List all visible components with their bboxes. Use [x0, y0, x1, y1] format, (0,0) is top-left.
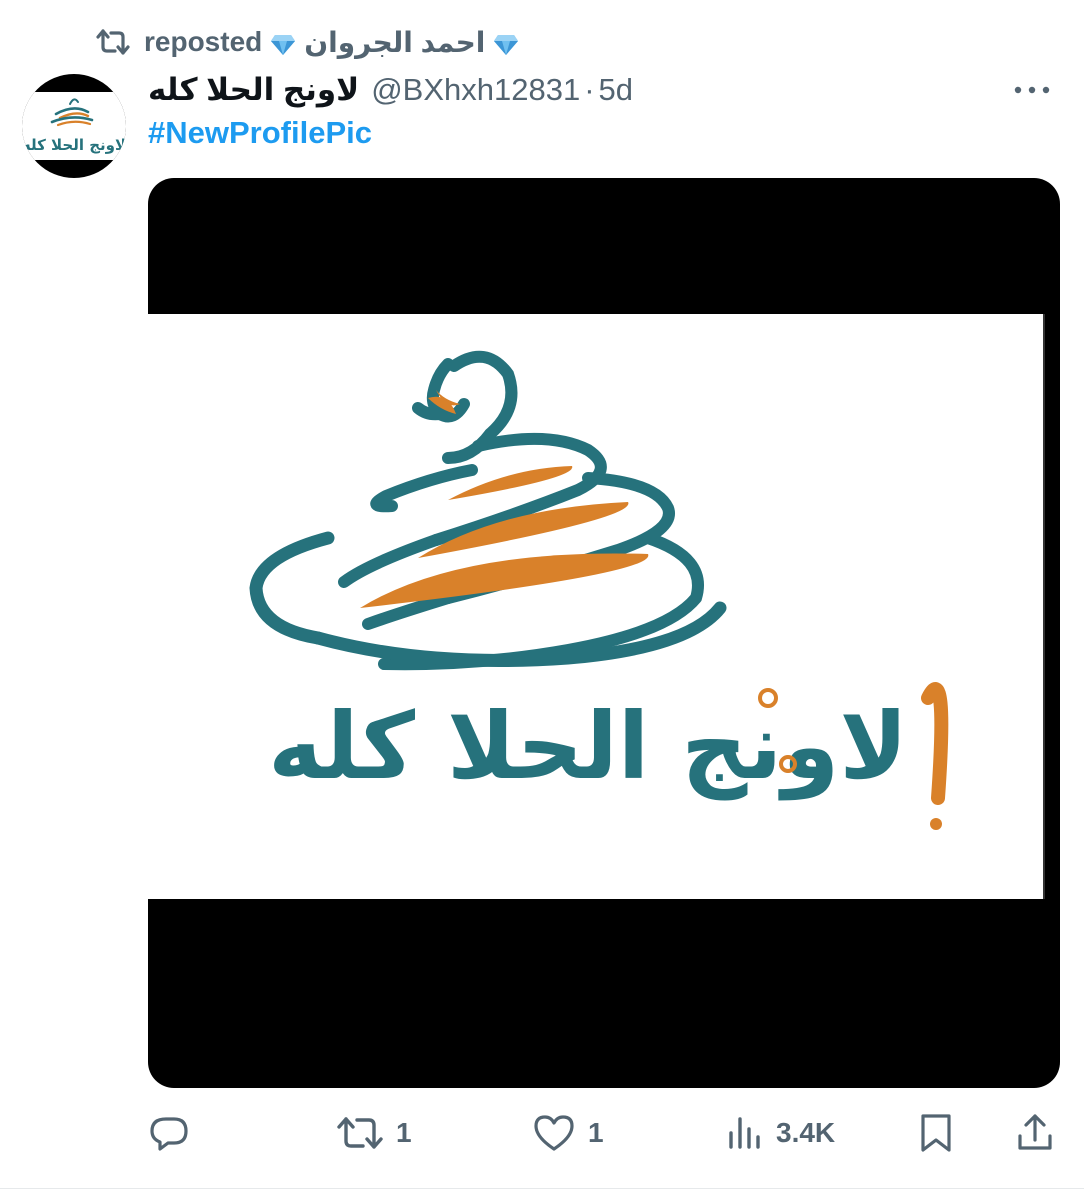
- repost-icon: [337, 1117, 383, 1149]
- more-options-icon[interactable]: [1008, 70, 1056, 110]
- author-handle[interactable]: @BXhxh12831 · 5d: [371, 72, 633, 108]
- views-button[interactable]: 3.4K: [726, 1108, 835, 1158]
- meta-separator: ·: [584, 72, 595, 107]
- avatar-logo-text: لاونج الحلا كله: [22, 136, 126, 154]
- bookmark-button[interactable]: [918, 1108, 954, 1158]
- bookmark-icon: [921, 1114, 951, 1152]
- repost-icon: [96, 27, 130, 57]
- reply-button[interactable]: [148, 1108, 204, 1158]
- repost-label: reposted: [144, 26, 263, 57]
- gem-icon: [270, 31, 296, 55]
- repost-header[interactable]: reposted احمد الجروان: [96, 20, 519, 64]
- tweet-time[interactable]: 5d: [599, 72, 633, 107]
- tweet-media-image[interactable]: لاونج الحلا كله: [148, 178, 1060, 1088]
- repost-user-name: احمد الجروان: [304, 26, 486, 58]
- logo-artwork: لاونج الحلا كله: [249, 350, 949, 830]
- share-icon: [1018, 1114, 1052, 1150]
- analytics-icon: [729, 1117, 760, 1149]
- hashtag-link[interactable]: #NewProfilePic: [148, 115, 372, 151]
- avatar-logo: لاونج الحلا كله: [22, 92, 126, 160]
- repost-count: 1: [396, 1117, 412, 1148]
- logo-text: لاونج الحلا كله: [268, 693, 908, 801]
- like-count: 1: [588, 1117, 604, 1148]
- views-count: 3.4K: [776, 1117, 836, 1148]
- share-button[interactable]: [1016, 1108, 1054, 1158]
- author-display-name[interactable]: لاونج الحلا كله: [148, 72, 359, 108]
- gem-icon: [493, 31, 519, 55]
- tweet-header: لاونج الحلا كله @BXhxh12831 · 5d: [148, 68, 633, 112]
- tweet-page: reposted احمد الجروان لاونج الحلا كله لا…: [0, 0, 1084, 1200]
- reply-icon: [150, 1117, 188, 1151]
- tweet-actions: 1 1 3.4K: [148, 1108, 1060, 1158]
- divider: [0, 1188, 1084, 1189]
- heart-icon: [534, 1115, 574, 1151]
- like-button[interactable]: 1: [532, 1108, 604, 1158]
- avatar[interactable]: لاونج الحلا كله: [22, 74, 126, 178]
- repost-button[interactable]: 1: [336, 1108, 412, 1158]
